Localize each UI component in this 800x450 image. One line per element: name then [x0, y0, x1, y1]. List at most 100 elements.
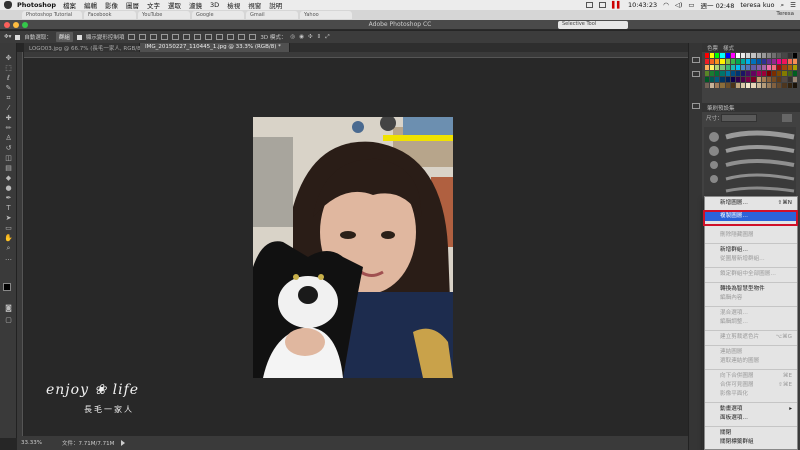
color-swatch[interactable]: [746, 53, 751, 58]
menu-layer[interactable]: 圖層: [126, 0, 139, 10]
brush-size-field[interactable]: [721, 114, 757, 122]
color-swatch[interactable]: [772, 77, 777, 82]
color-swatch[interactable]: [766, 59, 772, 64]
color-swatch[interactable]: [782, 83, 787, 88]
color-swatch[interactable]: [772, 65, 777, 70]
screen-mode-icon[interactable]: ▢: [4, 317, 13, 324]
color-swatch[interactable]: [782, 53, 787, 58]
properties-panel-icon[interactable]: [692, 71, 700, 77]
eraser-tool-icon[interactable]: ◫: [4, 155, 13, 162]
color-swatch[interactable]: [730, 77, 735, 82]
blur-tool-icon[interactable]: ◆: [4, 175, 13, 182]
color-swatch[interactable]: [772, 53, 777, 58]
auto-select-checkbox[interactable]: [15, 34, 21, 40]
menu-item-group-from-layers[interactable]: 從圖層新增群組…: [705, 255, 797, 264]
browser-tab[interactable]: YouTube: [138, 11, 190, 19]
color-swatch[interactable]: [715, 83, 720, 88]
color-swatch[interactable]: [746, 59, 751, 64]
color-swatch[interactable]: [766, 53, 772, 58]
color-swatch[interactable]: [730, 83, 735, 88]
color-swatch[interactable]: [735, 53, 741, 58]
status-icon[interactable]: [585, 2, 593, 8]
menu-item-close[interactable]: 關閉: [705, 429, 797, 438]
color-swatch[interactable]: [735, 77, 741, 82]
color-swatch[interactable]: [782, 59, 787, 64]
vertical-ruler[interactable]: [17, 52, 23, 438]
color-swatch[interactable]: [735, 65, 741, 70]
color-swatch[interactable]: [710, 77, 715, 82]
distribute-icon[interactable]: [216, 34, 224, 40]
scale-3d-icon[interactable]: ⤢: [325, 34, 329, 41]
menu-help[interactable]: 說明: [269, 0, 282, 10]
color-swatch[interactable]: [746, 77, 751, 82]
brush-panel-button[interactable]: [782, 114, 792, 122]
marquee-tool-icon[interactable]: ⬚: [4, 65, 13, 72]
doc-tab-photo[interactable]: IMG_20150227_110445_1.jpg @ 33.3% (RGB/8…: [140, 43, 290, 52]
color-swatch[interactable]: [735, 59, 741, 64]
color-swatch[interactable]: [766, 83, 772, 88]
color-swatch[interactable]: [761, 83, 766, 88]
move-tool-icon[interactable]: ✥: [4, 55, 13, 62]
color-swatch[interactable]: [761, 65, 766, 70]
app-menu[interactable]: Photoshop: [17, 1, 56, 9]
quick-mask-icon[interactable]: ◙: [4, 305, 13, 312]
color-swatch[interactable]: [756, 71, 761, 76]
color-swatch[interactable]: [756, 83, 761, 88]
color-swatch[interactable]: [777, 83, 782, 88]
color-swatch[interactable]: [787, 71, 792, 76]
color-swatch[interactable]: [792, 71, 797, 76]
menu-select[interactable]: 選取: [168, 0, 181, 10]
menu-type[interactable]: 文字: [147, 0, 160, 10]
align-center-icon[interactable]: [172, 34, 180, 40]
menu-item-panel-options[interactable]: 面板選項…: [705, 414, 797, 423]
color-swatch[interactable]: [782, 77, 787, 82]
menu-item-convert-smart-object[interactable]: 轉換為智慧型物件: [705, 285, 797, 294]
menu-item-close-tab-group[interactable]: 關閉標籤群組: [705, 438, 797, 447]
color-swatch[interactable]: [715, 65, 720, 70]
color-swatch[interactable]: [751, 53, 756, 58]
color-swatch[interactable]: [787, 77, 792, 82]
color-swatch[interactable]: [725, 71, 730, 76]
brush-stroke-list[interactable]: [704, 127, 796, 199]
history-brush-tool-icon[interactable]: ↺: [4, 145, 13, 152]
color-swatch[interactable]: [710, 65, 715, 70]
color-swatch[interactable]: [715, 59, 720, 64]
color-swatch[interactable]: [772, 71, 777, 76]
color-swatch[interactable]: [777, 71, 782, 76]
stamp-tool-icon[interactable]: ♙: [4, 135, 13, 142]
color-swatch[interactable]: [751, 71, 756, 76]
color-swatch[interactable]: [761, 71, 766, 76]
record-icon[interactable]: ▌▌: [612, 1, 622, 9]
color-swatch[interactable]: [792, 65, 797, 70]
tab-styles[interactable]: 樣式: [723, 44, 734, 52]
battery-icon[interactable]: ▭: [688, 1, 694, 9]
color-swatch[interactable]: [730, 59, 735, 64]
browser-tab[interactable]: Gmail: [246, 11, 298, 19]
color-swatch[interactable]: [720, 59, 725, 64]
align-right-icon[interactable]: [183, 34, 191, 40]
menu-item-merge-visible[interactable]: 合併可見圖層 ⇧⌘E: [705, 381, 797, 390]
lasso-tool-icon[interactable]: ℓ: [4, 75, 13, 82]
color-swatch[interactable]: [730, 71, 735, 76]
eyedropper-tool-icon[interactable]: ⁄: [4, 105, 13, 112]
color-swatch[interactable]: [705, 77, 710, 82]
color-swatch[interactable]: [746, 71, 751, 76]
browser-user[interactable]: Teresa: [776, 11, 794, 17]
color-swatch[interactable]: [777, 77, 782, 82]
distribute-icon[interactable]: [249, 34, 257, 40]
browser-tab[interactable]: Photoshop Tutorial: [22, 11, 82, 19]
color-swatch[interactable]: [772, 83, 777, 88]
color-swatch[interactable]: [787, 65, 792, 70]
photo-image[interactable]: [253, 117, 453, 378]
distribute-icon[interactable]: [227, 34, 235, 40]
menu-item-edit-contents[interactable]: 編輯內容: [705, 294, 797, 303]
more-tools-icon[interactable]: …: [4, 255, 13, 262]
menu-3d[interactable]: 3D: [210, 1, 219, 9]
foreground-color-swatch[interactable]: [3, 283, 11, 291]
zoom-tool-icon[interactable]: ⌕: [4, 245, 13, 252]
color-swatch[interactable]: [772, 59, 777, 64]
color-swatch[interactable]: [730, 53, 735, 58]
color-swatch[interactable]: [720, 83, 725, 88]
menu-item-select-linked-layers[interactable]: 選取連結的圖層: [705, 357, 797, 366]
zoom-level[interactable]: 33.33%: [21, 440, 42, 446]
